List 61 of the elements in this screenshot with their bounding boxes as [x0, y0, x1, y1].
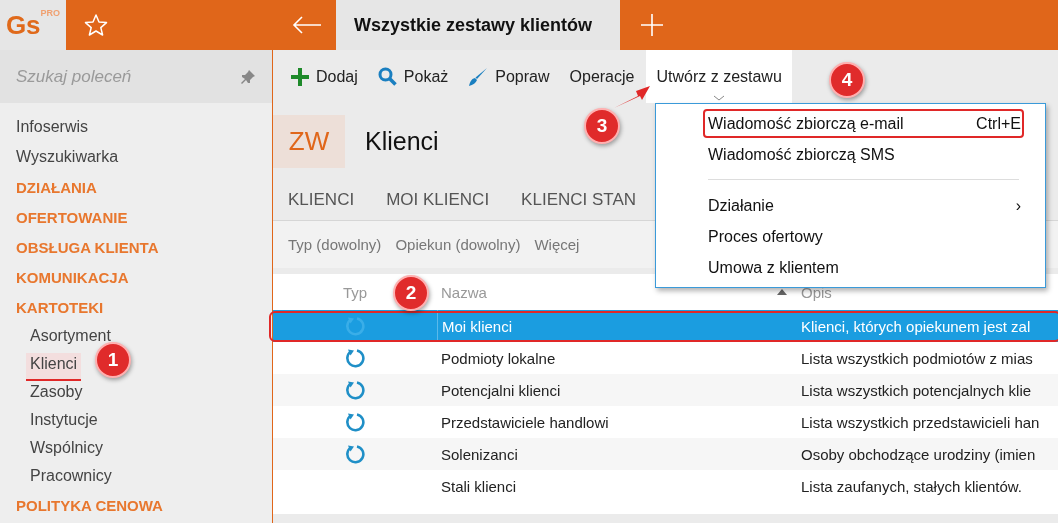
- sidebar-item[interactable]: Infoserwis: [0, 115, 272, 145]
- sidebar-item[interactable]: Wspólnicy: [26, 437, 107, 465]
- table-row[interactable]: Podmioty lokalne Lista wszystkich podmiotów z mias: [273, 342, 1058, 374]
- table-cell: Lista wszystkich potencjalnych klie: [801, 381, 1032, 399]
- search-input[interactable]: Szukaj poleceń: [16, 66, 240, 87]
- table-row[interactable]: Stali klienci Lista zaufanych, stałych klientów.: [273, 470, 1058, 502]
- table-cell: Lista wszystkich przedstawicieli han: [801, 413, 1040, 431]
- toolbar-button[interactable]: Utwórz z zestawu: [646, 50, 792, 103]
- module-badge: ZW: [273, 115, 345, 168]
- sidebar-item[interactable]: Instytucje: [26, 409, 102, 437]
- brush-icon: [468, 66, 489, 87]
- filter-link[interactable]: Typ (dowolny): [288, 236, 382, 253]
- menu-item[interactable]: Działanie ›: [656, 190, 1045, 221]
- plus-icon[interactable]: [640, 13, 664, 37]
- toolbar-button[interactable]: Operacje: [561, 50, 643, 103]
- refresh-icon: [345, 348, 365, 368]
- table-row[interactable]: Przedstawiciele handlowi Lista wszystkich przedstawicieli han: [273, 406, 1058, 438]
- filter-link[interactable]: Opiekun (dowolny): [395, 236, 521, 253]
- sidebar-item[interactable]: Klienci: [26, 353, 82, 381]
- toolbar-button[interactable]: Popraw: [460, 50, 558, 103]
- pin-icon[interactable]: [240, 68, 256, 85]
- table-cell: Klienci, których opiekunem jest zal: [801, 317, 1031, 335]
- sidebar-item[interactable]: Zasoby: [26, 381, 87, 409]
- table-cell: Potencjalni klienci: [441, 381, 561, 399]
- table-row[interactable]: Solenizanci Osoby obchodzące urodziny (imien: [273, 438, 1058, 470]
- back-arrow-icon[interactable]: [292, 15, 322, 35]
- submenu-arrow-icon: ›: [1015, 196, 1021, 215]
- menu-item[interactable]: Wiadomość zbiorczą e-mail Ctrl+E: [702, 108, 1025, 139]
- plus-icon: [291, 67, 309, 86]
- edition-label: PRO: [40, 8, 61, 18]
- toolbar-button[interactable]: Pokaż: [369, 50, 457, 103]
- table-cell: Stali klienci: [441, 477, 517, 495]
- table-cell: Podmioty lokalne: [441, 349, 556, 367]
- menu-item[interactable]: Wiadomość zbiorczą SMS: [656, 139, 1045, 170]
- refresh-icon: [345, 444, 365, 464]
- chevron-down-icon: [713, 95, 726, 101]
- table-cell: Lista wszystkich podmiotów z mias: [801, 349, 1033, 367]
- sidebar-item[interactable]: Pracownicy: [26, 465, 116, 493]
- refresh-icon: [345, 380, 365, 400]
- page-title: Klienci: [365, 127, 439, 156]
- shortcut-label: Ctrl+E: [976, 114, 1021, 133]
- view-tab[interactable]: MOI KLIENCI: [386, 190, 490, 210]
- sidebar-item[interactable]: Wyszukiwarka: [0, 145, 272, 175]
- table-cell: Lista zaufanych, stałych klientów.: [801, 477, 1022, 495]
- table-cell: Moi klienci: [442, 317, 513, 335]
- search-field[interactable]: Szukaj poleceń: [0, 50, 272, 103]
- refresh-icon: [345, 316, 365, 336]
- table-cell: Osoby obchodzące urodziny (imien: [801, 445, 1036, 463]
- app-logo: Gs: [5, 11, 41, 39]
- menu-item[interactable]: Umowa z klientem: [656, 252, 1045, 283]
- table-cell: Przedstawiciele handlowi: [441, 413, 609, 431]
- filter-link[interactable]: Więcej: [534, 236, 580, 253]
- view-tab[interactable]: KLIENCI: [288, 190, 355, 210]
- refresh-icon: [345, 412, 365, 432]
- toolbar-button[interactable]: Dodaj: [283, 50, 366, 103]
- table-row[interactable]: Potencjalni klienci Lista wszystkich potencjalnych klie: [273, 374, 1058, 406]
- view-tab[interactable]: KLIENCI STAN: [521, 190, 637, 210]
- star-icon[interactable]: [84, 13, 108, 37]
- table-cell: Solenizanci: [441, 445, 518, 463]
- search-icon: [377, 67, 397, 86]
- menu-item[interactable]: Proces ofertowy: [656, 221, 1045, 252]
